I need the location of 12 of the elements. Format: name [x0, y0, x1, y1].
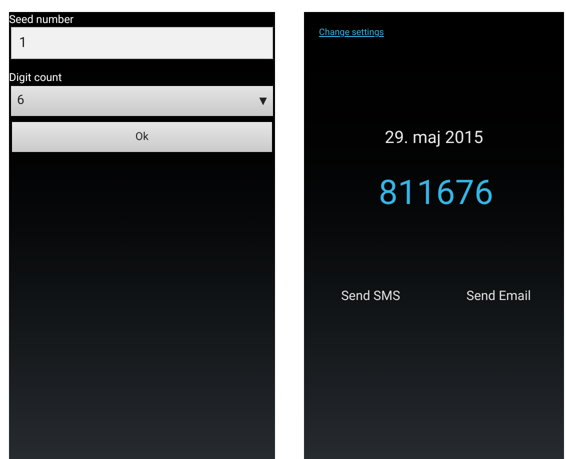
field-label: Seed number	[9, 12, 75, 27]
caret-icon: ▼	[259, 94, 267, 108]
code-text: 811676	[378, 172, 494, 212]
seed-number-field[interactable]: 1	[11, 27, 273, 59]
send-button[interactable]: Send Email	[464, 286, 533, 306]
dropdown-value: 6	[17, 92, 24, 110]
date-text: 29. maj 2015	[384, 126, 484, 148]
field-label: Digit count	[9, 71, 63, 85]
send-button[interactable]: Send SMS	[339, 286, 402, 306]
change-settings-link[interactable]: Change settings	[319, 27, 384, 40]
ok-button[interactable]: Ok	[12, 122, 272, 152]
digit-count-dropdown[interactable]: 6 ▼	[11, 86, 273, 116]
